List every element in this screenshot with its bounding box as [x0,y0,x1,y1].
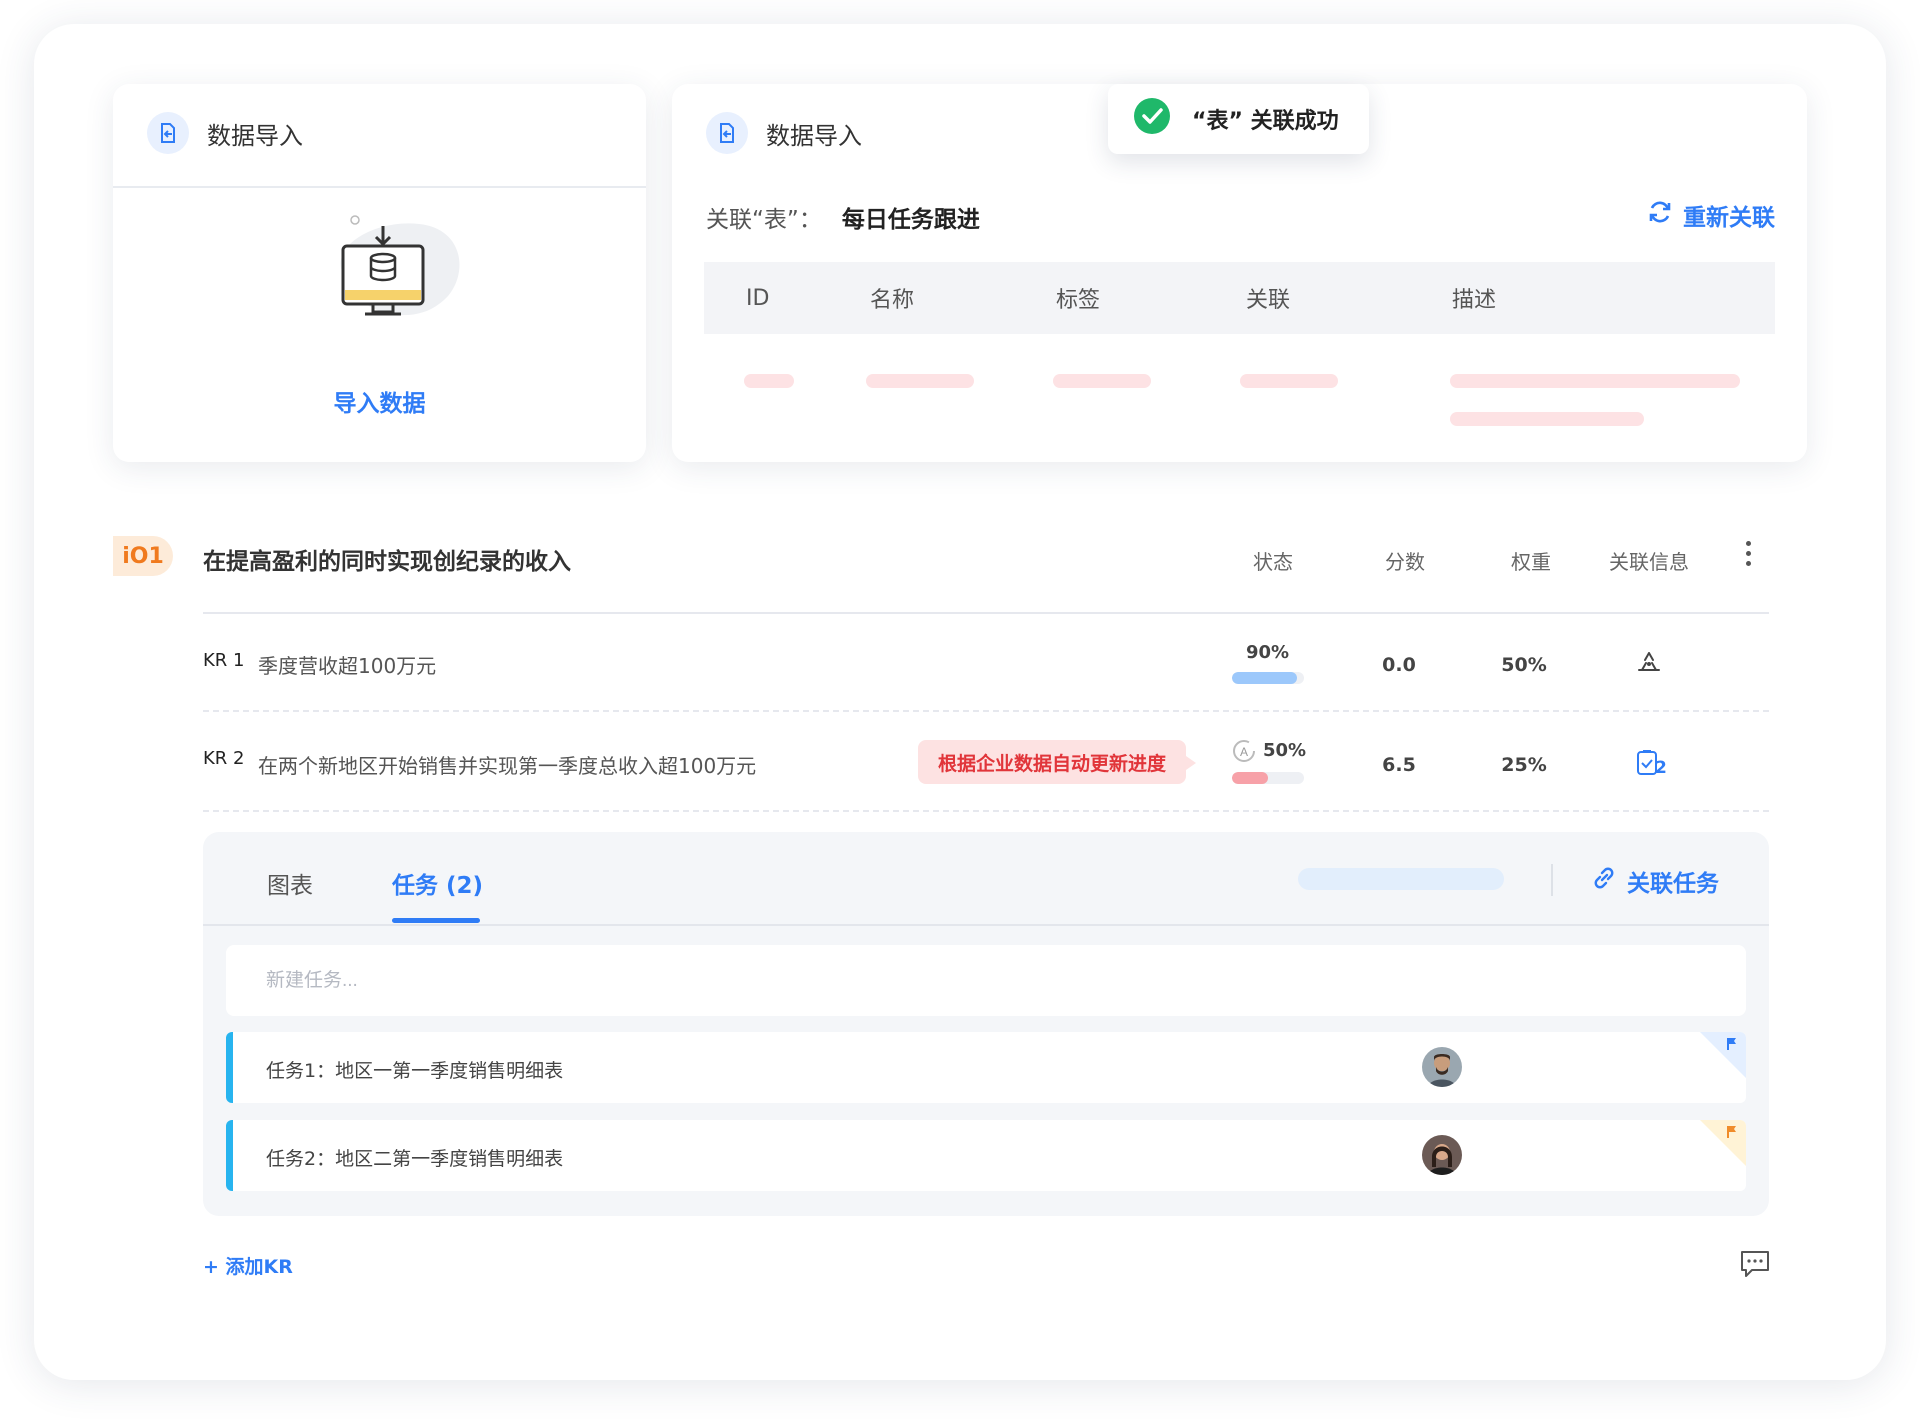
progress-fill [1232,672,1297,684]
divider [113,186,646,188]
relink-button[interactable]: 重新关联 [1647,198,1775,232]
divider [203,710,1769,712]
column-header-weight: 权重 [1511,550,1551,574]
file-import-icon [147,112,189,154]
relation-line: 关联“表”： 每日任务跟进 [706,200,980,234]
kr-weight: 25% [1501,754,1547,776]
add-kr-button[interactable]: + 添加KR [203,1252,293,1279]
link-task-button[interactable]: 关联任务 [1591,864,1719,898]
kr-text: 在两个新地区开始销售并实现第一季度总收入超100万元 [258,754,757,778]
assignee-avatar[interactable] [1422,1047,1462,1087]
check-circle-icon [1134,98,1170,140]
task-title: 任务1：地区一第一季度销售明细表 [266,1060,564,1082]
auto-update-note: 根据企业数据自动更新进度 [918,740,1197,784]
placeholder-cell [866,374,974,388]
relation-label: 关联“表”： [706,207,822,233]
column-header-score: 分数 [1385,550,1425,574]
kr-text: 季度营收超100万元 [258,654,437,678]
progress-bar [1232,772,1304,784]
objective-section: iO1 在提高盈利的同时实现创纪录的收入 状态 分数 权重 关联信息 KR 1 … [113,500,1807,1300]
kr-weight: 50% [1501,654,1547,676]
kr-score: 0.0 [1382,654,1416,676]
clipboard-task-icon[interactable]: 2 [1635,748,1669,782]
task-item[interactable]: 任务2：地区二第一季度销售明细表 [226,1120,1746,1191]
placeholder-cell [1450,374,1740,388]
related-count: 2 [1655,758,1667,778]
file-import-icon [706,112,748,154]
column-header-name: 名称 [870,288,915,313]
priority-flag-icon [1700,1032,1746,1078]
column-header-id: ID [746,285,770,311]
task-title: 任务2：地区二第一季度销售明细表 [266,1148,564,1170]
comment-icon[interactable] [1738,1248,1772,1280]
progress-fill [1232,772,1268,784]
progress-label: 50% [1263,740,1307,761]
column-header-description: 描述 [1452,288,1497,313]
placeholder-cell [744,374,794,388]
import-data-button[interactable]: 导入数据 [113,384,646,418]
divider [203,810,1769,812]
kr-number: KR 2 [203,748,245,769]
link-icon [1591,865,1617,897]
table-header: ID 名称 标签 关联 描述 [704,262,1775,334]
divider [203,924,1769,926]
placeholder-cell [1450,412,1644,426]
new-task-input[interactable] [226,945,1746,1016]
column-header-tag: 标签 [1056,288,1101,313]
column-header-related: 关联信息 [1609,550,1689,574]
tasks-panel: 图表 任务 (2) 关联任务 任务1：地区一第一季度销售明细表 任务2：地区二第… [203,832,1769,1216]
divider [1551,864,1553,896]
tab-chart[interactable]: 图表 [267,866,313,900]
relink-label: 重新关联 [1683,205,1775,231]
objective-title: 在提高盈利的同时实现创纪录的收入 [203,549,571,575]
divider [203,612,1769,614]
refresh-icon [1647,199,1673,231]
link-task-label: 关联任务 [1627,871,1719,897]
recycle-link-icon[interactable] [1636,650,1662,680]
auto-progress-icon: A [1231,738,1257,768]
kr-score: 6.5 [1382,754,1416,776]
success-toast: “表” 关联成功 [1108,84,1369,154]
data-import-card: 数据导入 导入数据 [113,84,646,462]
objective-badge: iO1 [113,536,173,576]
active-tab-indicator [392,918,480,923]
placeholder-cell [1240,374,1338,388]
task-item[interactable]: 任务1：地区一第一季度销售明细表 [226,1032,1746,1103]
tab-tasks[interactable]: 任务 (2) [392,866,483,900]
card-title: 数据导入 [207,121,303,150]
card-header: 数据导入 [706,112,862,154]
placeholder-cell [1053,374,1151,388]
card-header: 数据导入 [147,112,303,154]
progress-label: 90% [1246,642,1290,663]
loading-placeholder [1298,868,1504,890]
relation-value: 每日任务跟进 [841,207,980,233]
column-header-relation: 关联 [1246,288,1291,313]
progress-bar [1232,672,1304,684]
card-title: 数据导入 [766,121,862,150]
assignee-avatar[interactable] [1422,1135,1462,1175]
more-options-icon[interactable] [1743,538,1753,572]
priority-flag-icon [1700,1120,1746,1166]
import-illustration-icon [319,214,479,344]
column-header-status: 状态 [1253,550,1293,574]
toast-message: “表” 关联成功 [1192,109,1339,134]
svg-text:A: A [1240,745,1248,759]
kr-number: KR 1 [203,650,245,671]
